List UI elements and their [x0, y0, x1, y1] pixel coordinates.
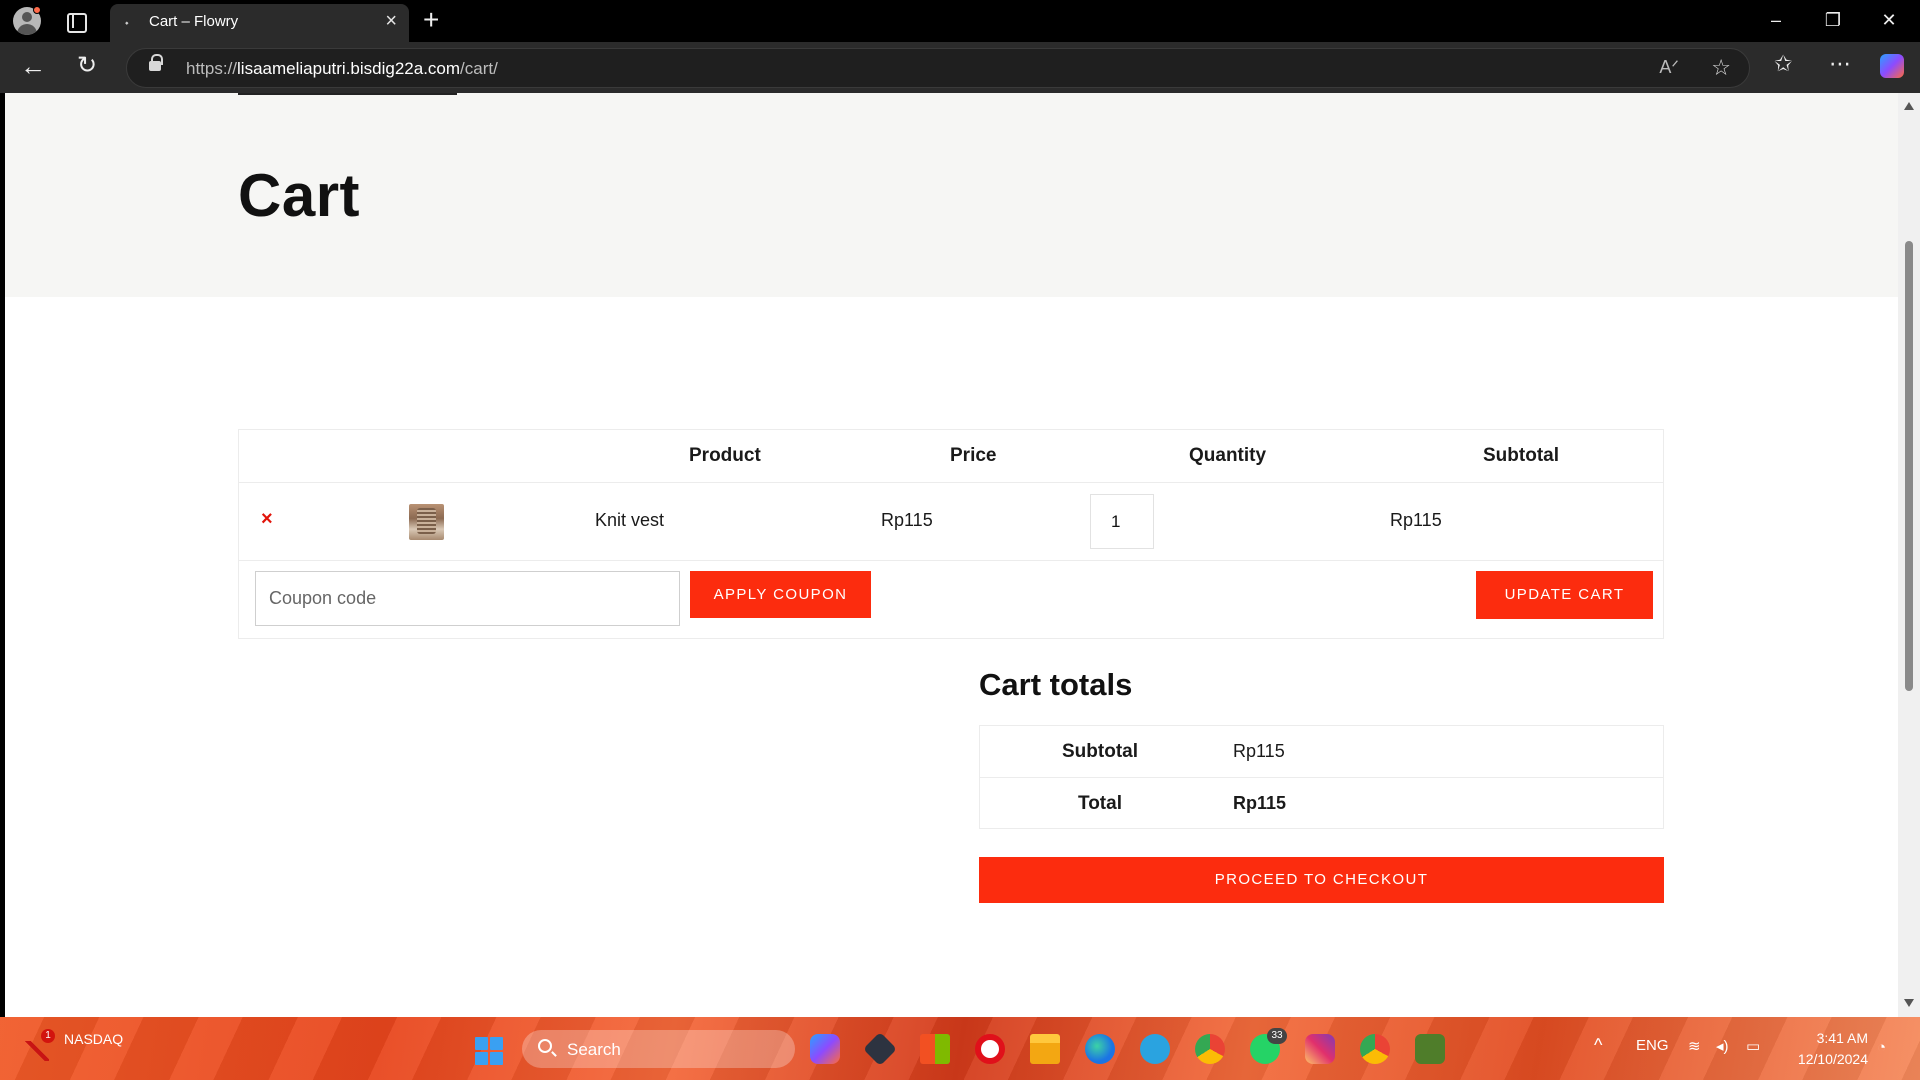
header-price: Price [950, 445, 997, 466]
reload-icon[interactable]: ↻ [77, 52, 97, 80]
start-icon[interactable] [475, 1037, 503, 1065]
new-tab-icon[interactable]: + [423, 5, 439, 35]
total-value: Rp115 [1233, 793, 1287, 813]
volume-icon[interactable]: ◂) [1716, 1037, 1729, 1055]
cart-totals-table: Subtotal Rp115 Total Rp115 [979, 725, 1664, 829]
proceed-to-checkout-button[interactable]: PROCEED TO CHECKOUT [979, 857, 1664, 903]
tab-favicon-icon: ⬩ [125, 18, 129, 29]
totals-row-subtotal: Subtotal Rp115 [980, 726, 1663, 778]
tab-strip: ⬩ Cart – Flowry × + – ❐ ✕ [0, 0, 1920, 42]
chevron-up-icon[interactable]: ^ [1594, 1035, 1602, 1056]
apply-coupon-button[interactable]: APPLY COUPON [690, 571, 871, 618]
tab-actions-icon[interactable] [64, 10, 87, 33]
scrollbar-thumb[interactable] [1905, 241, 1913, 691]
close-icon[interactable]: × [385, 11, 397, 31]
windows-taskbar: 1 NASDAQ Search 33 ^ ENG ≋ ◂) ▭ 3:41 AM … [0, 1017, 1920, 1080]
page-scrollbar[interactable] [1898, 93, 1920, 1017]
tab-title: Cart – Flowry [149, 13, 239, 30]
battery-icon[interactable]: ▭ [1746, 1037, 1760, 1055]
telegram-icon[interactable] [1140, 1034, 1170, 1064]
tab-cart[interactable]: ⬩ Cart – Flowry × [110, 4, 409, 42]
product-thumbnail[interactable] [409, 504, 444, 540]
profile-notification-dot [33, 6, 41, 14]
favorites-icon[interactable]: ✩ [1774, 52, 1792, 76]
clock-time[interactable]: 3:41 AM [1808, 1030, 1868, 1046]
stock-widget-name[interactable]: NASDAQ [64, 1031, 123, 1047]
search-icon [538, 1039, 552, 1053]
copilot-icon[interactable] [1880, 54, 1904, 78]
page-viewport: Cart Product Price Quantity Subtotal × K… [5, 93, 1898, 1017]
taskbar-search[interactable]: Search [522, 1030, 795, 1068]
stock-badge: 1 [41, 1029, 55, 1043]
window-close-icon[interactable]: ✕ [1874, 8, 1904, 32]
totals-row-total: Total Rp115 [980, 778, 1663, 830]
opera-icon[interactable] [975, 1034, 1005, 1064]
back-icon[interactable]: ← [20, 52, 46, 80]
language-indicator[interactable]: ENG [1636, 1037, 1669, 1054]
address-bar[interactable]: https://lisaameliaputri.bisdig22a.com/ca… [126, 48, 1750, 88]
cart-table-header: Product Price Quantity Subtotal [239, 430, 1663, 483]
nav-active-underline [238, 93, 457, 95]
chrome-profile-icon[interactable] [1360, 1034, 1390, 1064]
coupon-code-input[interactable] [255, 571, 680, 626]
whatsapp-badge: 33 [1267, 1028, 1287, 1044]
copilot-app-icon[interactable] [810, 1034, 840, 1064]
url-text[interactable]: https://lisaameliaputri.bisdig22a.com/ca… [186, 59, 498, 79]
edge-icon[interactable] [1085, 1034, 1115, 1064]
restore-icon[interactable]: ❐ [1818, 8, 1848, 32]
product-price: Rp115 [881, 510, 933, 530]
game-app-icon[interactable] [1415, 1034, 1445, 1064]
scroll-down-icon[interactable] [1904, 999, 1914, 1007]
header-product: Product [689, 445, 761, 466]
cart-totals-heading: Cart totals [979, 667, 1133, 702]
minimize-icon[interactable]: – [1761, 8, 1791, 32]
read-aloud-icon[interactable]: Aᐟ [1659, 57, 1679, 78]
more-icon[interactable]: ⋯ [1829, 52, 1851, 76]
clock-date[interactable]: 12/10/2024 [1786, 1051, 1868, 1067]
notification-bell-icon[interactable]: ◔ [1877, 1039, 1886, 1056]
subtotal-value: Rp115 [1233, 741, 1285, 761]
favorite-star-icon[interactable]: ☆ [1711, 55, 1731, 81]
instagram-icon[interactable] [1305, 1034, 1335, 1064]
header-quantity: Quantity [1189, 445, 1267, 466]
lock-icon[interactable] [149, 54, 163, 71]
browser-toolbar: ← ↻ https://lisaameliaputri.bisdig22a.co… [0, 42, 1920, 93]
total-label: Total [1078, 793, 1122, 814]
quantity-input[interactable] [1090, 494, 1154, 549]
subtotal-label: Subtotal [1062, 741, 1138, 762]
header-subtotal: Subtotal [1483, 445, 1559, 466]
remove-item-icon[interactable]: × [261, 509, 273, 529]
table-row: × Knit vest Rp115 Rp115 [239, 483, 1663, 561]
store-icon[interactable] [920, 1034, 950, 1064]
product-subtotal: Rp115 [1390, 510, 1442, 530]
page-title: Cart [238, 162, 361, 229]
product-name-link[interactable]: Knit vest [595, 510, 664, 531]
cart-table: Product Price Quantity Subtotal × Knit v… [238, 429, 1664, 639]
update-cart-button[interactable]: UPDATE CART [1476, 571, 1653, 619]
app-cube-icon[interactable] [863, 1032, 897, 1066]
file-explorer-icon[interactable] [1030, 1034, 1060, 1064]
wifi-icon[interactable]: ≋ [1688, 1037, 1701, 1055]
taskbar-search-label: Search [567, 1040, 621, 1059]
scroll-up-icon[interactable] [1904, 102, 1914, 110]
chrome-icon[interactable] [1195, 1034, 1225, 1064]
